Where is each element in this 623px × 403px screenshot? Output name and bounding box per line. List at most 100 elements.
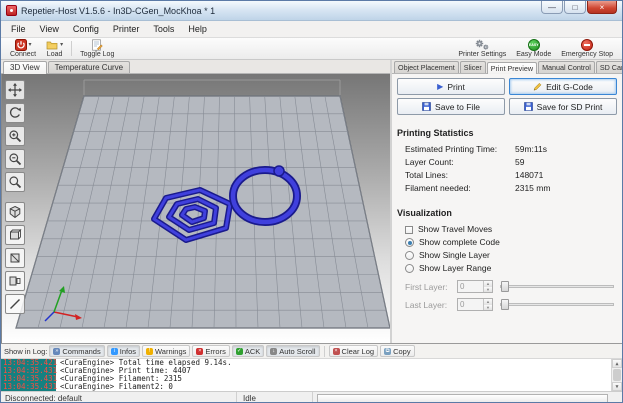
top-view-icon <box>8 251 22 265</box>
emergency-stop-icon <box>581 39 593 51</box>
menu-help[interactable]: Help <box>181 22 214 36</box>
connect-dropdown-icon[interactable]: ▾ <box>29 41 32 49</box>
save-to-file-button[interactable]: Save to File <box>397 98 505 115</box>
log-output[interactable]: 13:04:35.421 <CuraEngine> Total time ela… <box>1 359 622 391</box>
slider-thumb[interactable] <box>501 299 509 310</box>
scrollbar-thumb[interactable] <box>613 369 621 381</box>
error-icon: × <box>196 348 203 355</box>
filter-errors-button[interactable]: ×Errors <box>192 345 229 357</box>
tab-manual-control[interactable]: Manual Control <box>538 61 595 73</box>
filter-infos-button[interactable]: iInfos <box>107 345 140 357</box>
print-preview-panel: ▶ Print Edit G-Code Save to File Save fo… <box>392 74 622 343</box>
filter-ack-button[interactable]: ✓ACK <box>232 345 264 357</box>
autoscroll-icon: ↓ <box>270 348 277 355</box>
menu-config[interactable]: Config <box>66 22 106 36</box>
log-toolbar: Show in Log: »Commands iInfos !Warnings … <box>1 344 622 359</box>
fit-view-button[interactable] <box>5 172 25 192</box>
tab-slicer[interactable]: Slicer <box>460 61 486 73</box>
save-icon <box>422 102 431 111</box>
tab-temperature-curve[interactable]: Temperature Curve <box>48 61 130 73</box>
window-title: Repetier-Host V1.5.6 - In3D-CGen_MocKhoa… <box>21 6 215 16</box>
tab-print-preview[interactable]: Print Preview <box>487 62 537 74</box>
stat-row: Layer Count: 59 <box>397 156 617 169</box>
spin-down-icon[interactable]: ▼ <box>484 287 492 293</box>
print-volume-wireframe <box>84 80 340 96</box>
print-icon: ▶ <box>437 82 443 91</box>
side-view-icon <box>8 274 22 288</box>
first-layer-label: First Layer: <box>405 282 457 292</box>
autoscroll-button[interactable]: ↓Auto Scroll <box>266 345 319 357</box>
log-line: 13:04:35.431 <CuraEngine> Filament2: 0 <box>1 383 622 391</box>
app-window: Repetier-Host V1.5.6 - In3D-CGen_MocKhoa… <box>0 0 623 403</box>
side-view-button[interactable] <box>5 271 25 291</box>
visualization-title: Visualization <box>397 208 617 218</box>
load-button[interactable]: ▾ Load <box>41 39 68 58</box>
rotate-view-button[interactable] <box>5 103 25 123</box>
log-section: Show in Log: »Commands iInfos !Warnings … <box>1 343 622 391</box>
connect-button[interactable]: ▾ Connect <box>5 39 41 58</box>
top-view-button[interactable] <box>5 248 25 268</box>
main-toolbar: ▾ Connect ▾ Load Toggle Log <box>1 38 622 60</box>
menu-printer[interactable]: Printer <box>106 22 147 36</box>
log-toolbar-separator <box>324 346 325 357</box>
filter-warnings-button[interactable]: !Warnings <box>142 345 190 357</box>
titlebar[interactable]: Repetier-Host V1.5.6 - In3D-CGen_MocKhoa… <box>1 1 622 21</box>
show-single-layer-radio[interactable] <box>405 251 414 260</box>
move-icon <box>8 83 22 97</box>
last-layer-spinner[interactable]: 0 ▲▼ <box>457 298 493 311</box>
zoom-out-button[interactable] <box>5 149 25 169</box>
3d-scene <box>2 74 390 343</box>
log-scrollbar[interactable]: ▲ ▼ <box>611 359 622 391</box>
toggle-log-button[interactable]: Toggle Log <box>75 39 119 58</box>
print-button[interactable]: ▶ Print <box>397 78 505 95</box>
fullscreen-button[interactable] <box>5 294 25 314</box>
menu-view[interactable]: View <box>33 22 66 36</box>
front-view-icon <box>8 228 22 242</box>
minimize-button[interactable]: — <box>541 1 563 14</box>
clear-log-button[interactable]: ×Clear Log <box>329 345 379 357</box>
last-layer-slider[interactable] <box>500 298 614 311</box>
copy-button[interactable]: ⧉Copy <box>380 345 415 357</box>
progress-bar <box>317 394 608 403</box>
show-travel-moves-checkbox[interactable] <box>405 226 413 234</box>
isometric-view-button[interactable] <box>5 202 25 222</box>
show-in-log-label: Show in Log: <box>4 347 47 356</box>
easy-mode-button[interactable]: EASY Easy Mode <box>511 39 556 58</box>
edit-icon <box>533 82 542 91</box>
filter-commands-button[interactable]: »Commands <box>49 345 104 357</box>
first-layer-slider[interactable] <box>500 280 614 293</box>
tab-3d-view[interactable]: 3D View <box>3 61 47 74</box>
log-timestamp: 13:04:35.431 <box>1 383 56 391</box>
zoom-in-button[interactable] <box>5 126 25 146</box>
close-button[interactable]: × <box>587 1 617 14</box>
maximize-button[interactable]: □ <box>564 1 586 14</box>
tab-object-placement[interactable]: Object Placement <box>394 61 459 73</box>
scroll-up-icon[interactable]: ▲ <box>612 359 622 368</box>
first-layer-spinner[interactable]: 0 ▲▼ <box>457 280 493 293</box>
log-message: <CuraEngine> Filament2: 0 <box>56 383 173 391</box>
warning-icon: ! <box>146 348 153 355</box>
menu-file[interactable]: File <box>4 22 33 36</box>
show-layer-range-radio[interactable] <box>405 264 414 273</box>
menu-tools[interactable]: Tools <box>146 22 181 36</box>
printer-settings-button[interactable]: Printer Settings <box>453 39 511 58</box>
edit-gcode-button[interactable]: Edit G-Code <box>509 78 617 95</box>
spin-down-icon[interactable]: ▼ <box>484 305 492 311</box>
connect-icon: ▾ <box>15 39 32 51</box>
printing-statistics-section: Printing Statistics Estimated Printing T… <box>397 128 617 195</box>
scroll-down-icon[interactable]: ▼ <box>612 382 622 391</box>
slider-thumb[interactable] <box>501 281 509 292</box>
3d-viewport[interactable] <box>1 74 390 343</box>
show-complete-code-radio[interactable] <box>405 238 414 247</box>
front-view-button[interactable] <box>5 225 25 245</box>
move-view-button[interactable] <box>5 80 25 100</box>
printing-statistics-title: Printing Statistics <box>397 128 617 138</box>
stat-value: 59 <box>515 156 524 169</box>
visualization-section: Visualization Show Travel Moves Show com… <box>397 208 617 311</box>
right-tabstrip: Object Placement Slicer Print Preview Ma… <box>392 60 622 74</box>
isometric-view-icon <box>8 205 22 219</box>
emergency-stop-button[interactable]: Emergency Stop <box>556 39 618 58</box>
tab-sd-card[interactable]: SD Card <box>596 61 623 73</box>
save-for-sd-button[interactable]: Save for SD Print <box>509 98 617 115</box>
load-dropdown-icon[interactable]: ▾ <box>60 41 63 49</box>
